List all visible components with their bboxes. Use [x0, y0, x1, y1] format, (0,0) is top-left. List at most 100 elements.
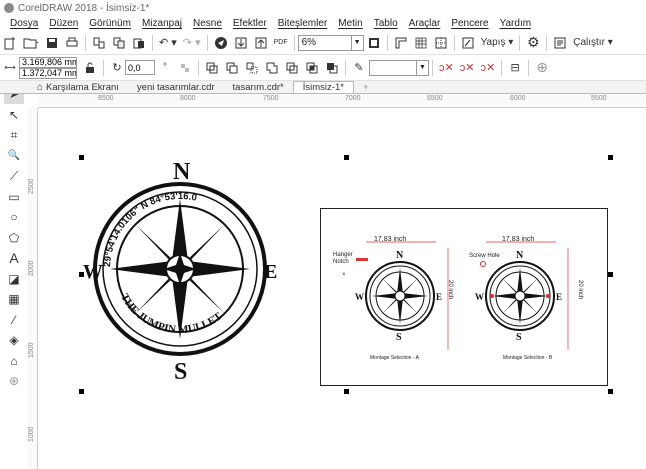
lock-ratio-icon[interactable] [83, 59, 97, 77]
crop-tool-icon[interactable]: ⌗ [4, 125, 24, 145]
menu-yardim[interactable]: Yardım [500, 18, 532, 29]
smart-fill-tool-icon[interactable]: ⌂ [4, 351, 24, 371]
outline-pen-icon[interactable]: ✎ [352, 59, 366, 77]
freehand-tool-icon[interactable]: ⟋ [4, 166, 24, 186]
save-icon[interactable] [45, 34, 59, 52]
menu-metin[interactable]: Metin [338, 18, 362, 29]
menu-gorunum[interactable]: Görünüm [89, 18, 131, 29]
zoom-level-input[interactable]: 6% [297, 34, 352, 51]
transparency-tool-icon[interactable]: ▦ [4, 289, 24, 309]
selection-handle[interactable] [608, 272, 613, 277]
eyedropper-tool-icon[interactable]: ⁄ [4, 310, 24, 330]
title-bar: CorelDRAW 2018 - İsimsiz-1* [0, 0, 646, 16]
menu-mizanpaj[interactable]: Mizanpaj [142, 18, 182, 29]
horizontal-ruler[interactable]: 8500 8000 7500 7000 6500 6000 5500 [38, 94, 646, 108]
vertical-ruler[interactable]: 2500 2000 1500 1000 [28, 108, 38, 469]
rotation-angle-input[interactable] [125, 60, 155, 75]
selection-handle[interactable] [79, 389, 84, 394]
show-grid-icon[interactable] [414, 34, 428, 52]
group-icon[interactable] [225, 59, 239, 77]
weld-icon[interactable] [265, 59, 279, 77]
delete-nodes-icon[interactable]: ↄ✕ [480, 59, 495, 77]
ruler-tick: 6000 [510, 95, 526, 102]
show-guidelines-icon[interactable] [434, 34, 448, 52]
selection-handle[interactable] [608, 155, 613, 160]
vertical-dimension-b: 20 inch [577, 280, 583, 300]
menu-tablo[interactable]: Tablo [374, 18, 398, 29]
caption-b: Montage Selection - B [503, 355, 553, 361]
zoom-tool-icon[interactable]: 🔍 [4, 146, 24, 166]
dimension-label-b: 17,83 inch [502, 236, 535, 243]
launch-button[interactable]: Çalıştır ▾ [573, 34, 612, 52]
tab-yeni-tasarimlar[interactable]: yeni tasarımlar.cdr [128, 81, 224, 93]
toolbar-separator [85, 34, 86, 51]
rectangle-tool-icon[interactable]: ▭ [4, 187, 24, 207]
menu-pencere[interactable]: Pencere [451, 18, 488, 29]
menu-dosya[interactable]: Dosya [10, 18, 38, 29]
selection-handle[interactable] [608, 389, 613, 394]
outline-width-input[interactable] [369, 59, 417, 76]
menu-duzen[interactable]: Düzen [49, 18, 78, 29]
ungroup-icon[interactable] [245, 59, 259, 77]
toolbar-separator [345, 59, 346, 76]
print-icon[interactable] [65, 34, 79, 52]
tab-tasarim[interactable]: tasarım.cdr* [224, 81, 293, 93]
toolbar-separator [386, 34, 388, 51]
selection-handle[interactable] [79, 155, 84, 160]
search-content-icon[interactable] [214, 34, 228, 52]
paste-icon[interactable] [132, 34, 146, 52]
menu-efektler[interactable]: Efektler [233, 18, 267, 29]
show-rulers-icon[interactable] [394, 34, 408, 52]
mirror-icon[interactable] [178, 59, 192, 77]
import-icon[interactable] [234, 34, 248, 52]
add-tab-icon[interactable]: + [354, 81, 378, 93]
svg-text:S: S [396, 332, 402, 343]
toolbar-separator [206, 34, 208, 51]
copy-icon[interactable] [112, 34, 126, 52]
home-icon: ⌂ [37, 81, 44, 93]
intersect-icon[interactable] [305, 59, 319, 77]
y-position-input[interactable] [19, 67, 77, 79]
chevron-down-icon[interactable]: ▼ [417, 59, 429, 76]
tab-welcome-screen[interactable]: ⌂ Karşılama Ekranı [28, 81, 128, 93]
hanger-notch-label: Hanger Notch [333, 252, 353, 265]
full-screen-icon[interactable] [367, 34, 381, 52]
selection-handle[interactable] [79, 272, 84, 277]
redo-icon[interactable]: ↷ ▾ [183, 34, 201, 52]
polygon-tool-icon[interactable]: ⬠ [4, 228, 24, 248]
snap-to-dropdown[interactable]: Yapış ▾ [481, 34, 514, 52]
cut-icon[interactable] [92, 34, 106, 52]
menu-bitesemler[interactable]: Biteşlemler [278, 18, 327, 29]
new-document-icon[interactable] [3, 34, 17, 52]
trim-icon[interactable] [285, 59, 299, 77]
text-tool-icon[interactable]: A [4, 248, 24, 268]
simplify-icon[interactable] [325, 59, 339, 77]
add-tool-icon[interactable]: ⊕ [4, 371, 24, 391]
add-icon[interactable]: ⊕ [535, 59, 549, 77]
export-icon[interactable] [254, 34, 268, 52]
options-gear-icon[interactable]: ⚙ [526, 34, 540, 52]
application-launcher-icon[interactable] [553, 34, 567, 52]
tab-isimsiz-1[interactable]: İsimsiz-1* [292, 81, 354, 93]
selection-handle[interactable] [344, 155, 349, 160]
publish-pdf-icon[interactable]: PDF [274, 34, 288, 52]
ellipse-tool-icon[interactable]: ○ [4, 207, 24, 227]
chevron-down-icon[interactable]: ▼ [351, 34, 364, 51]
undo-icon[interactable]: ↶ ▾ [159, 34, 177, 52]
combine-icon[interactable] [205, 59, 219, 77]
break-apart-icon[interactable]: ↄ✕ [460, 59, 475, 77]
drop-shadow-tool-icon[interactable]: ◪ [4, 269, 24, 289]
compass-design-large[interactable]: 29°54'14.0106" N 84°53'16.0 THE JUMPIN M… [80, 155, 280, 390]
shape-tool-icon[interactable]: ↖ [4, 105, 24, 125]
align-distribute-icon[interactable]: ⊟ [508, 59, 522, 77]
create-boundary-icon[interactable]: ↄ✕ [439, 59, 454, 77]
open-folder-icon[interactable] [23, 34, 39, 52]
snap-icon[interactable] [461, 34, 475, 52]
x-position-input[interactable] [19, 56, 77, 68]
menu-araclar[interactable]: Araçlar [409, 18, 441, 29]
interactive-fill-tool-icon[interactable]: ◈ [4, 330, 24, 350]
toolbar-separator [432, 59, 433, 76]
menu-nesne[interactable]: Nesne [193, 18, 222, 29]
selection-handle[interactable] [344, 389, 349, 394]
ruler-tick: 2500 [28, 178, 35, 194]
